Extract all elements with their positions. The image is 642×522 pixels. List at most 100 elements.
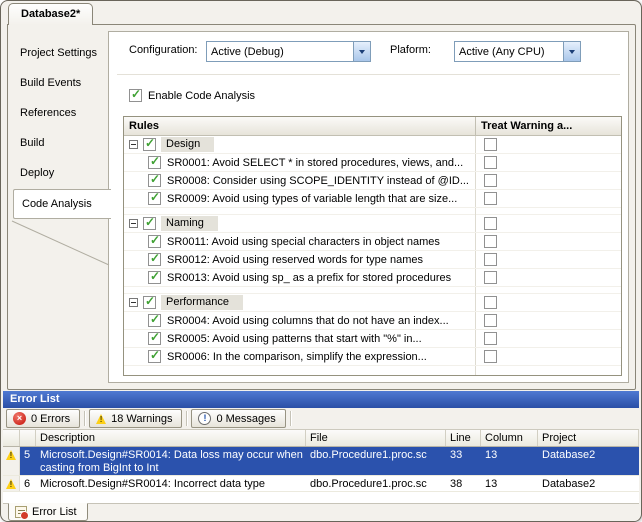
treat-warning-checkbox[interactable] [484, 296, 497, 309]
collapse-icon[interactable] [129, 219, 138, 228]
code-analysis-panel: Configuration: Active (Debug) Plaform: A… [108, 31, 629, 383]
treat-warning-checkbox[interactable] [484, 156, 497, 169]
rule-row[interactable]: SR0012: Avoid using reserved words for t… [124, 251, 621, 269]
configuration-dropdown[interactable]: Active (Debug) [206, 41, 371, 62]
treat-warning-checkbox[interactable] [484, 350, 497, 363]
group-checkbox[interactable] [143, 138, 156, 151]
treat-warning-column-header: Treat Warning a... [475, 117, 621, 135]
group-checkbox[interactable] [143, 296, 156, 309]
enable-code-analysis-label: Enable Code Analysis [148, 90, 255, 102]
rules-group-label: Performance [161, 295, 243, 310]
error-project: Database2 [538, 447, 639, 475]
error-grid: Description File Line Column Project 5Mi… [3, 430, 639, 503]
error-line: 33 [446, 447, 481, 475]
platform-value: Active (Any CPU) [455, 46, 563, 58]
treat-warning-checkbox[interactable] [484, 314, 497, 327]
number-column-header[interactable] [20, 430, 36, 446]
side-tabs: Project SettingsBuild EventsReferencesBu… [8, 39, 111, 219]
project-column-header[interactable]: Project [538, 430, 639, 446]
rules-group-gap [124, 287, 621, 294]
rule-checkbox[interactable] [148, 332, 161, 345]
rules-table: Rules Treat Warning a... Design SR0001: A… [123, 116, 622, 376]
rule-checkbox[interactable] [148, 253, 161, 266]
toolbar-button-messages[interactable]: 0 Messages [191, 409, 285, 428]
rules-group-label: Design [161, 137, 214, 152]
error-list-tab[interactable]: Error List [8, 503, 88, 521]
rule-row[interactable]: SR0009: Avoid using types of variable le… [124, 190, 621, 208]
group-checkbox[interactable] [143, 217, 156, 230]
rules-table-header: Rules Treat Warning a... [124, 117, 621, 136]
rule-checkbox[interactable] [148, 156, 161, 169]
error-severity-cell [3, 476, 20, 491]
treat-warning-checkbox[interactable] [484, 174, 497, 187]
rule-label: SR0001: Avoid SELECT * in stored procedu… [167, 157, 463, 169]
sidebar-item-build-events[interactable]: Build Events [8, 69, 111, 99]
error-list-toolbar: 0 Errors 18 Warnings 0 Messages [3, 408, 639, 430]
error-line: 38 [446, 476, 481, 491]
error-row[interactable]: 5Microsoft.Design#SR0014: Data loss may … [3, 447, 639, 476]
error-severity-cell [3, 447, 20, 475]
sidebar-item-deploy[interactable]: Deploy [8, 159, 111, 189]
rules-group-row[interactable]: Performance [124, 294, 621, 312]
rule-row[interactable]: SR0005: Avoid using patterns that start … [124, 330, 621, 348]
error-row[interactable]: 6Microsoft.Design#SR0014: Incorrect data… [3, 476, 639, 492]
treat-warning-checkbox[interactable] [484, 138, 497, 151]
rules-group-row[interactable]: Naming [124, 215, 621, 233]
rule-row[interactable]: SR0006: In the comparison, simplify the … [124, 348, 621, 366]
error-column: 13 [481, 447, 538, 475]
platform-dropdown[interactable]: Active (Any CPU) [454, 41, 581, 62]
rule-row[interactable]: SR0001: Avoid SELECT * in stored procedu… [124, 154, 621, 172]
rule-checkbox[interactable] [148, 192, 161, 205]
rule-label: SR0006: In the comparison, simplify the … [167, 351, 427, 363]
treat-warning-checkbox[interactable] [484, 217, 497, 230]
rule-checkbox[interactable] [148, 314, 161, 327]
description-column-header[interactable]: Description [36, 430, 306, 446]
warning-icon [96, 414, 106, 424]
line-column-header[interactable]: Line [446, 430, 481, 446]
toolbar-button-label: 0 Messages [216, 413, 275, 425]
rule-label: SR0012: Avoid using reserved words for t… [167, 254, 423, 266]
document-tab-database2[interactable]: Database2* [8, 3, 93, 25]
treat-warning-checkbox[interactable] [484, 332, 497, 345]
toolbar-separator [84, 411, 85, 426]
window-border: Database2* Project SettingsBuild EventsR… [0, 0, 642, 522]
error-list-title-bar[interactable]: Error List [3, 391, 639, 408]
error-description: Microsoft.Design#SR0014: Incorrect data … [36, 476, 306, 491]
toolbar-button-errors[interactable]: 0 Errors [6, 409, 80, 428]
enable-code-analysis-checkbox[interactable] [129, 89, 142, 102]
treat-warning-checkbox[interactable] [484, 192, 497, 205]
sidebar-item-project-settings[interactable]: Project Settings [8, 39, 111, 69]
toolbar-button-warnings[interactable]: 18 Warnings [89, 409, 182, 428]
rule-checkbox[interactable] [148, 350, 161, 363]
rule-label: SR0009: Avoid using types of variable le… [167, 193, 457, 205]
chevron-down-icon[interactable] [563, 42, 580, 61]
file-column-header[interactable]: File [306, 430, 446, 446]
chevron-down-icon[interactable] [353, 42, 370, 61]
sidebar-item-build[interactable]: Build [8, 129, 111, 159]
column-column-header[interactable]: Column [481, 430, 538, 446]
rules-column-header: Rules [124, 117, 475, 135]
rules-group-row[interactable]: Design [124, 136, 621, 154]
rule-row[interactable]: SR0013: Avoid using sp_ as a prefix for … [124, 269, 621, 287]
collapse-icon[interactable] [129, 140, 138, 149]
rule-label: SR0005: Avoid using patterns that start … [167, 333, 422, 345]
warning-icon [6, 479, 16, 489]
rule-row[interactable]: SR0004: Avoid using columns that do not … [124, 312, 621, 330]
treat-warning-checkbox[interactable] [484, 235, 497, 248]
rule-row[interactable]: SR0008: Consider using SCOPE_IDENTITY in… [124, 172, 621, 190]
rule-checkbox[interactable] [148, 271, 161, 284]
treat-warning-checkbox[interactable] [484, 253, 497, 266]
sidebar-item-references[interactable]: References [8, 99, 111, 129]
sidebar-item-code-analysis[interactable]: Code Analysis [13, 189, 111, 219]
severity-column-header[interactable] [3, 430, 20, 446]
rule-checkbox[interactable] [148, 174, 161, 187]
treat-warning-checkbox[interactable] [484, 271, 497, 284]
property-page-frame: Project SettingsBuild EventsReferencesBu… [7, 24, 636, 390]
toolbar-button-label: 18 Warnings [111, 413, 172, 425]
message-icon [198, 412, 211, 425]
rule-row[interactable]: SR0011: Avoid using special characters i… [124, 233, 621, 251]
rule-checkbox[interactable] [148, 235, 161, 248]
rule-label: SR0011: Avoid using special characters i… [167, 236, 440, 248]
rules-group-gap [124, 208, 621, 215]
collapse-icon[interactable] [129, 298, 138, 307]
